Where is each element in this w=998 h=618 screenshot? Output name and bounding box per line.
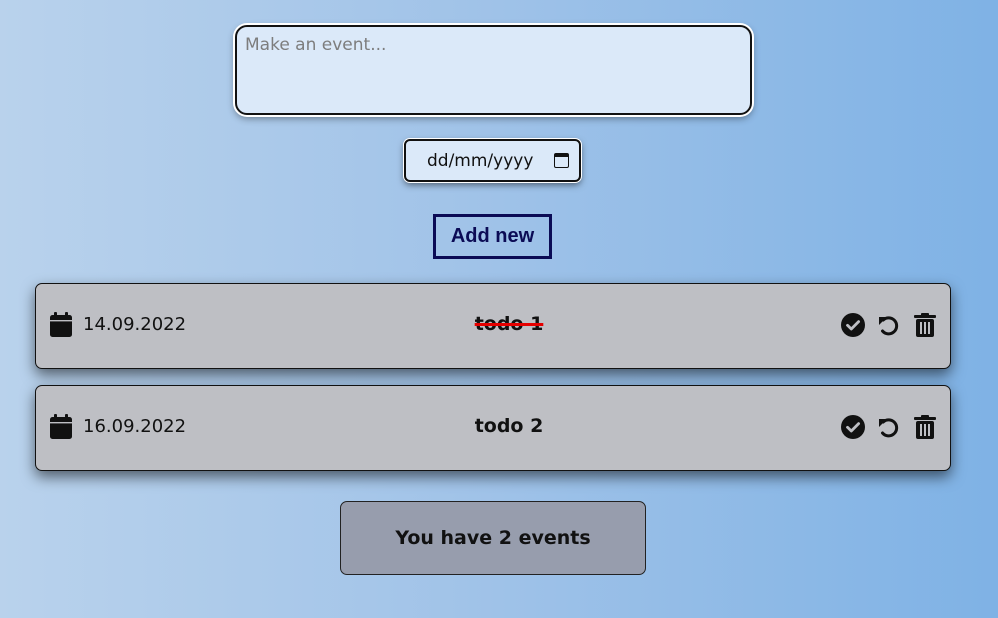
date-field[interactable]: dd/mm/yyyy — [404, 139, 581, 182]
calendar-icon — [50, 312, 72, 337]
event-title-text: todo 2 — [474, 415, 544, 437]
calendar-picker-icon[interactable] — [554, 153, 569, 168]
event-date: 16.09.2022 — [83, 416, 187, 437]
event-actions — [841, 415, 937, 439]
undo-icon[interactable] — [877, 313, 901, 337]
event-input[interactable] — [235, 25, 752, 115]
add-new-button[interactable]: Add new — [433, 214, 552, 259]
event-date: 14.09.2022 — [83, 314, 187, 335]
event-counter: You have 2 events — [340, 501, 646, 575]
event-row: 14.09.2022 todo 1 — [35, 283, 951, 369]
date-placeholder: dd/mm/yyyy — [427, 150, 534, 171]
undo-icon[interactable] — [877, 415, 901, 439]
calendar-icon — [50, 414, 72, 439]
trash-icon[interactable] — [913, 415, 937, 439]
trash-icon[interactable] — [913, 313, 937, 337]
check-circle-icon[interactable] — [841, 313, 865, 337]
event-actions — [841, 313, 937, 337]
event-title-text: todo 1 — [474, 313, 544, 335]
event-row: 16.09.2022 todo 2 — [35, 385, 951, 471]
check-circle-icon[interactable] — [841, 415, 865, 439]
